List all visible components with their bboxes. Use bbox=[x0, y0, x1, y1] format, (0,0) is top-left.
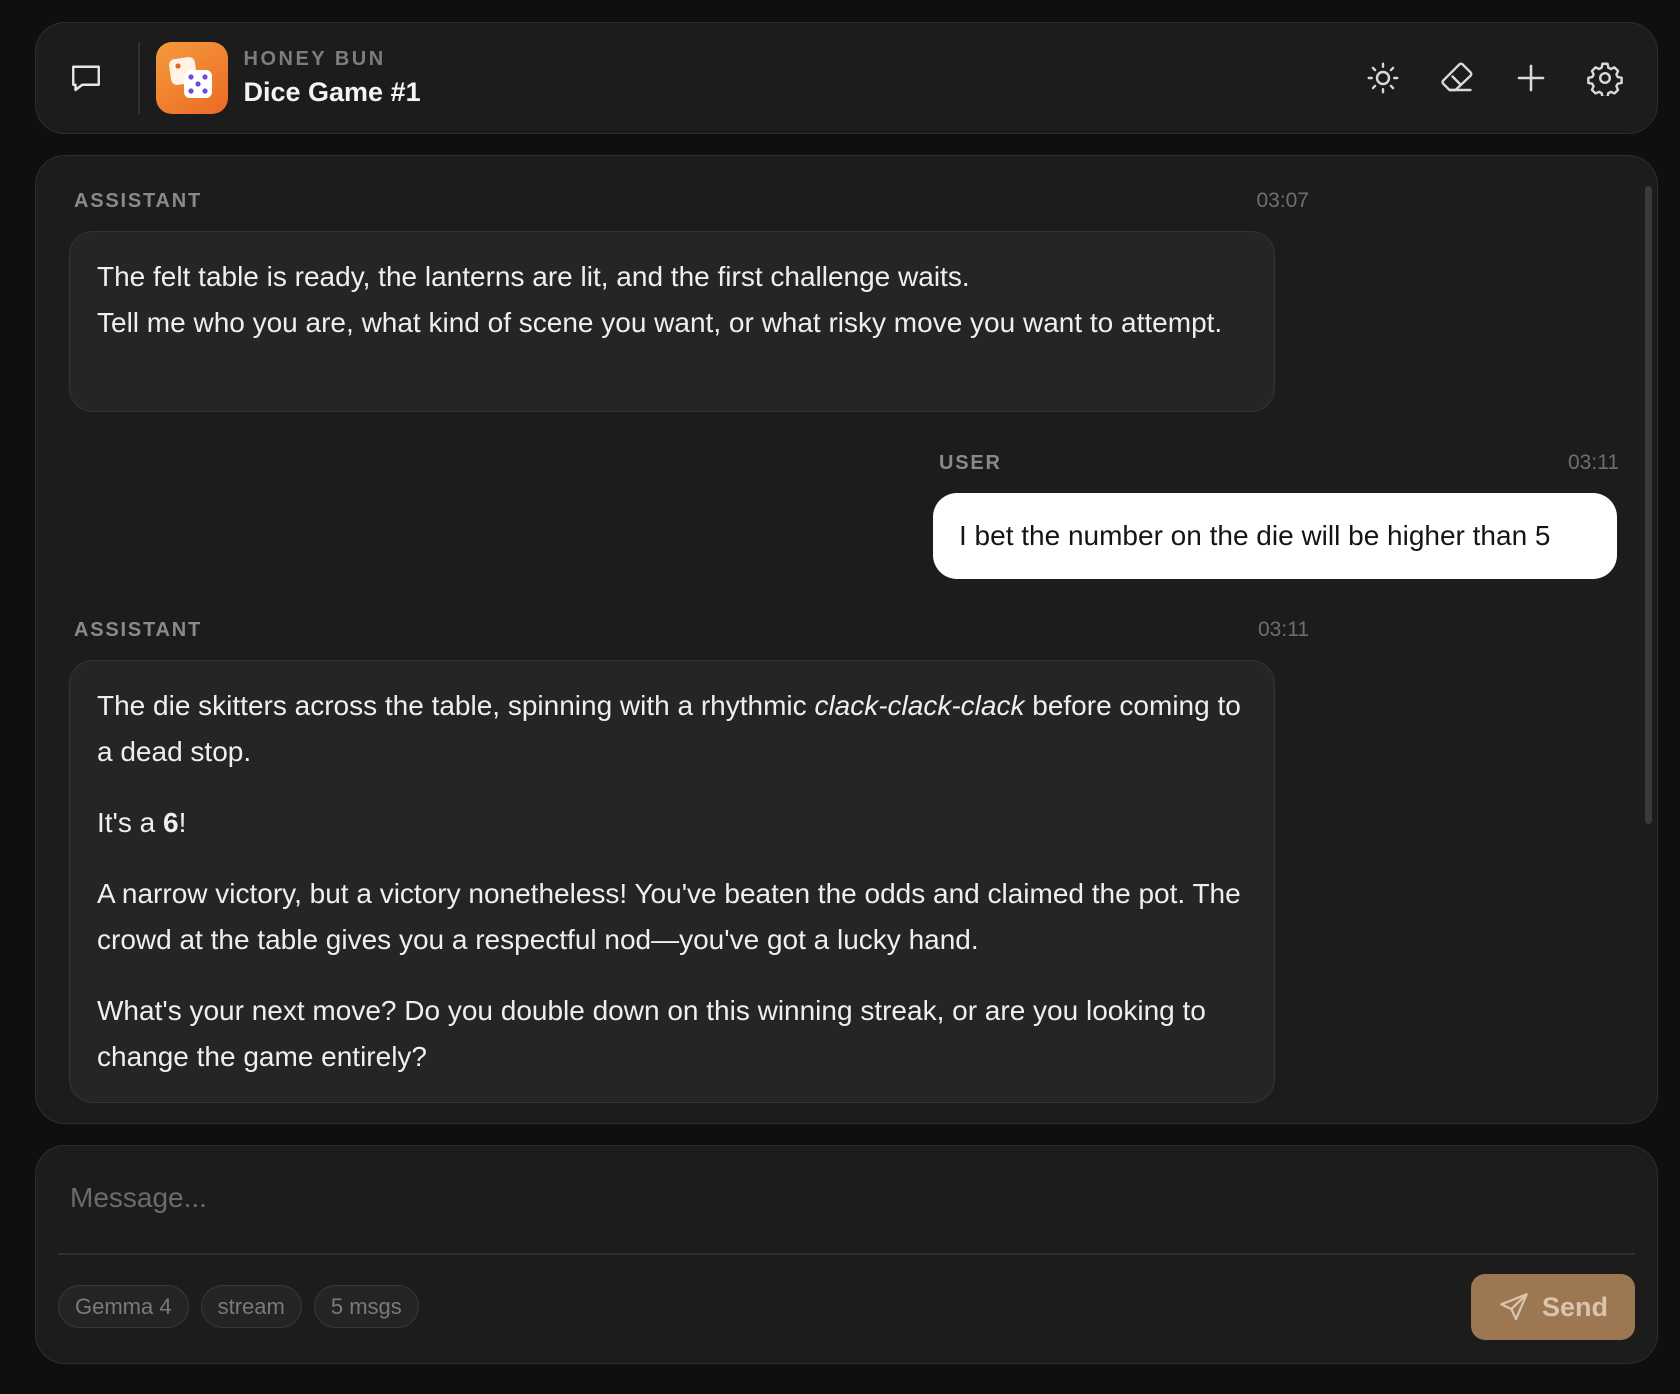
message-line: Tell me who you are, what kind of scene … bbox=[97, 307, 1223, 338]
message-role: ASSISTANT bbox=[74, 619, 203, 641]
message-role: ASSISTANT bbox=[74, 190, 203, 212]
emphasis-text: clack-clack-clack bbox=[814, 690, 1025, 721]
title-block: HONEY BUN Dice Game #1 bbox=[244, 48, 421, 108]
message-list[interactable]: ASSISTANT 03:07 The felt table is ready,… bbox=[35, 155, 1658, 1124]
message-paragraph: What's your next move? Do you double dow… bbox=[97, 995, 1206, 1072]
clear-chat-button[interactable] bbox=[1435, 56, 1479, 100]
message-meta: ASSISTANT 03:07 bbox=[74, 189, 1309, 213]
paper-plane-icon bbox=[1500, 1293, 1528, 1321]
chat-title: Dice Game #1 bbox=[243, 77, 421, 107]
message-paragraph: It's a 6! bbox=[97, 800, 1247, 846]
send-button[interactable]: Send bbox=[1471, 1274, 1635, 1340]
header-divider bbox=[138, 42, 140, 114]
theme-toggle-button[interactable] bbox=[1361, 56, 1405, 100]
message-line: The felt table is ready, the lanterns ar… bbox=[97, 261, 970, 292]
gear-icon bbox=[1587, 62, 1623, 96]
eraser-icon bbox=[1441, 62, 1473, 92]
model-chip[interactable]: Gemma 4 bbox=[58, 1285, 189, 1328]
message-input[interactable] bbox=[70, 1166, 1610, 1230]
app-name: HONEY BUN bbox=[243, 48, 386, 70]
assistant-message-bubble: The die skitters across the table, spinn… bbox=[69, 660, 1275, 1103]
scrollbar-thumb[interactable] bbox=[1645, 186, 1652, 824]
bold-text: 6 bbox=[163, 807, 179, 838]
app-logo bbox=[155, 42, 228, 114]
assistant-message-bubble: The felt table is ready, the lanterns ar… bbox=[69, 231, 1275, 412]
composer-divider bbox=[58, 1253, 1635, 1255]
text-run: ! bbox=[178, 807, 187, 838]
stream-chip[interactable]: stream bbox=[200, 1285, 302, 1328]
message-time: 03:11 bbox=[1568, 451, 1619, 474]
new-chat-button[interactable] bbox=[1509, 56, 1553, 100]
chat-header: HONEY BUN Dice Game #1 bbox=[35, 22, 1658, 134]
sun-icon bbox=[1367, 62, 1399, 94]
message-time: 03:11 bbox=[1258, 618, 1309, 641]
message-time: 03:07 bbox=[1256, 189, 1309, 212]
composer: Gemma 4 stream 5 msgs Send bbox=[35, 1145, 1658, 1364]
text-run: It's a bbox=[97, 807, 164, 838]
send-label: Send bbox=[1541, 1291, 1608, 1322]
settings-button[interactable] bbox=[1583, 56, 1627, 100]
chat-bubble-icon bbox=[72, 65, 100, 92]
header-actions bbox=[1361, 56, 1627, 100]
message-meta: USER 03:11 bbox=[939, 451, 1619, 475]
message-paragraph: A narrow victory, but a victory nonethel… bbox=[97, 878, 1241, 955]
composer-chips: Gemma 4 stream 5 msgs bbox=[58, 1285, 419, 1328]
plus-icon bbox=[1517, 64, 1545, 92]
text-run: The die skitters across the table, spinn… bbox=[97, 690, 815, 721]
dice-icon bbox=[168, 57, 212, 98]
message-paragraph: The die skitters across the table, spinn… bbox=[97, 683, 1247, 775]
chat-list-toggle-button[interactable] bbox=[64, 56, 108, 100]
user-message-bubble: I bet the number on the die will be high… bbox=[933, 493, 1617, 579]
message-role: USER bbox=[939, 452, 1002, 474]
message-count-chip[interactable]: 5 msgs bbox=[313, 1285, 419, 1328]
message-text: I bet the number on the die will be high… bbox=[959, 520, 1551, 551]
message-meta: ASSISTANT 03:11 bbox=[74, 618, 1309, 642]
